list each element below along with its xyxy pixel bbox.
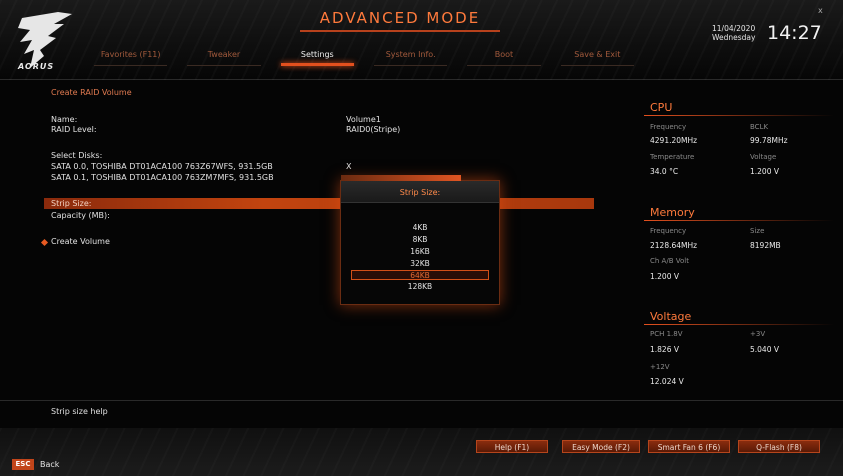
memory-title: Memory (650, 206, 695, 219)
plus12v-label: +12V (650, 363, 670, 371)
header-bar: AORUS ADVANCED MODE Favorites (F11) Twea… (0, 0, 843, 80)
memory-frequency-value: 2128.64MHz (650, 241, 698, 250)
cpu-temperature-value: 34.0 °C (650, 167, 679, 176)
create-volume-bullet-icon (40, 238, 49, 247)
easy-mode-button[interactable]: Easy Mode (F2) (562, 440, 640, 453)
day-text: Wednesday (712, 33, 756, 42)
close-icon[interactable]: x (818, 6, 823, 15)
strip-option-32kb[interactable]: 32KB (351, 259, 489, 269)
back-label[interactable]: Back (40, 460, 59, 469)
memory-size-label: Size (750, 227, 765, 235)
raid-level-value[interactable]: RAID0(Stripe) (346, 125, 400, 134)
name-label: Name: (51, 115, 78, 124)
tab-boot[interactable]: Boot (457, 46, 550, 66)
strip-size-highlight[interactable] (44, 198, 594, 209)
cpu-divider (644, 115, 834, 116)
main-tabs: Favorites (F11) Tweaker Settings System … (84, 46, 644, 66)
strip-option-8kb[interactable]: 8KB (351, 235, 489, 245)
voltage-title: Voltage (650, 310, 692, 323)
plus3v-value: 5.040 V (750, 345, 779, 354)
help-divider (0, 400, 843, 401)
memory-frequency-label: Frequency (650, 227, 687, 235)
cpu-bclk-label: BCLK (750, 123, 769, 131)
memory-divider (644, 220, 834, 221)
memory-chab-value: 1.200 V (650, 272, 679, 281)
q-flash-button[interactable]: Q-Flash (F8) (738, 440, 820, 453)
raid-level-label: RAID Level: (51, 125, 97, 134)
voltage-divider (644, 324, 834, 325)
create-volume-item[interactable]: Create Volume (51, 237, 110, 246)
memory-size-value: 8192MB (750, 241, 781, 250)
memory-chab-label: Ch A/B Volt (650, 257, 689, 265)
cpu-voltage-value: 1.200 V (750, 167, 779, 176)
cpu-voltage-label: Voltage (750, 153, 777, 161)
breadcrumb: Create RAID Volume (51, 88, 132, 97)
help-button[interactable]: Help (F1) (476, 440, 548, 453)
cpu-frequency-value: 4291.20MHz (650, 136, 698, 145)
time-display: 14:27 (767, 22, 822, 44)
disk-item-1[interactable]: SATA 0.1, TOSHIBA DT01ACA100 763ZM7MFS, … (51, 173, 274, 182)
disk-item-0-check[interactable]: X (346, 162, 351, 171)
smart-fan-button[interactable]: Smart Fan 6 (F6) (648, 440, 730, 453)
name-value[interactable]: Volume1 (346, 115, 381, 124)
capacity-label: Capacity (MB): (51, 211, 110, 220)
clock: 11/04/2020 Wednesday 14:27 (712, 22, 832, 52)
strip-size-popup: Strip Size: 4KB 8KB 16KB 32KB 64KB 128KB (340, 175, 500, 305)
tab-tweaker[interactable]: Tweaker (177, 46, 270, 66)
select-disks-label: Select Disks: (51, 151, 103, 160)
popup-title: Strip Size: (399, 188, 441, 197)
pch-value: 1.826 V (650, 345, 679, 354)
strip-option-4kb[interactable]: 4KB (351, 223, 489, 233)
tab-favorites[interactable]: Favorites (F11) (84, 46, 177, 66)
plus12v-value: 12.024 V (650, 377, 684, 386)
date-text: 11/04/2020 (712, 24, 756, 33)
aorus-logo-text: AORUS (18, 62, 55, 71)
pch-label: PCH 1.8V (650, 330, 683, 338)
tab-system-info[interactable]: System Info. (364, 46, 457, 66)
strip-option-64kb[interactable]: 64KB (351, 270, 489, 280)
cpu-frequency-label: Frequency (650, 123, 687, 131)
cpu-temperature-label: Temperature (650, 153, 695, 161)
plus3v-label: +3V (750, 330, 766, 338)
cpu-bclk-value: 99.78MHz (750, 136, 788, 145)
help-text: Strip size help (51, 407, 108, 416)
tab-settings[interactable]: Settings (271, 46, 364, 66)
cpu-title: CPU (650, 101, 673, 114)
strip-size-label[interactable]: Strip Size: (51, 199, 91, 208)
mode-banner: ADVANCED MODE (300, 6, 500, 32)
tab-save-exit[interactable]: Save & Exit (551, 46, 644, 66)
mode-title: ADVANCED MODE (319, 9, 481, 27)
hardware-monitor-panel: CPU Frequency BCLK 4291.20MHz 99.78MHz T… (640, 85, 840, 405)
strip-option-16kb[interactable]: 16KB (351, 247, 489, 257)
disk-item-0[interactable]: SATA 0.0, TOSHIBA DT01ACA100 763Z67WFS, … (51, 162, 273, 171)
date-display: 11/04/2020 Wednesday (712, 24, 762, 42)
popup-header: Strip Size: (341, 181, 499, 203)
esc-key-badge[interactable]: ESC (12, 459, 34, 470)
strip-option-128kb[interactable]: 128KB (351, 282, 489, 292)
